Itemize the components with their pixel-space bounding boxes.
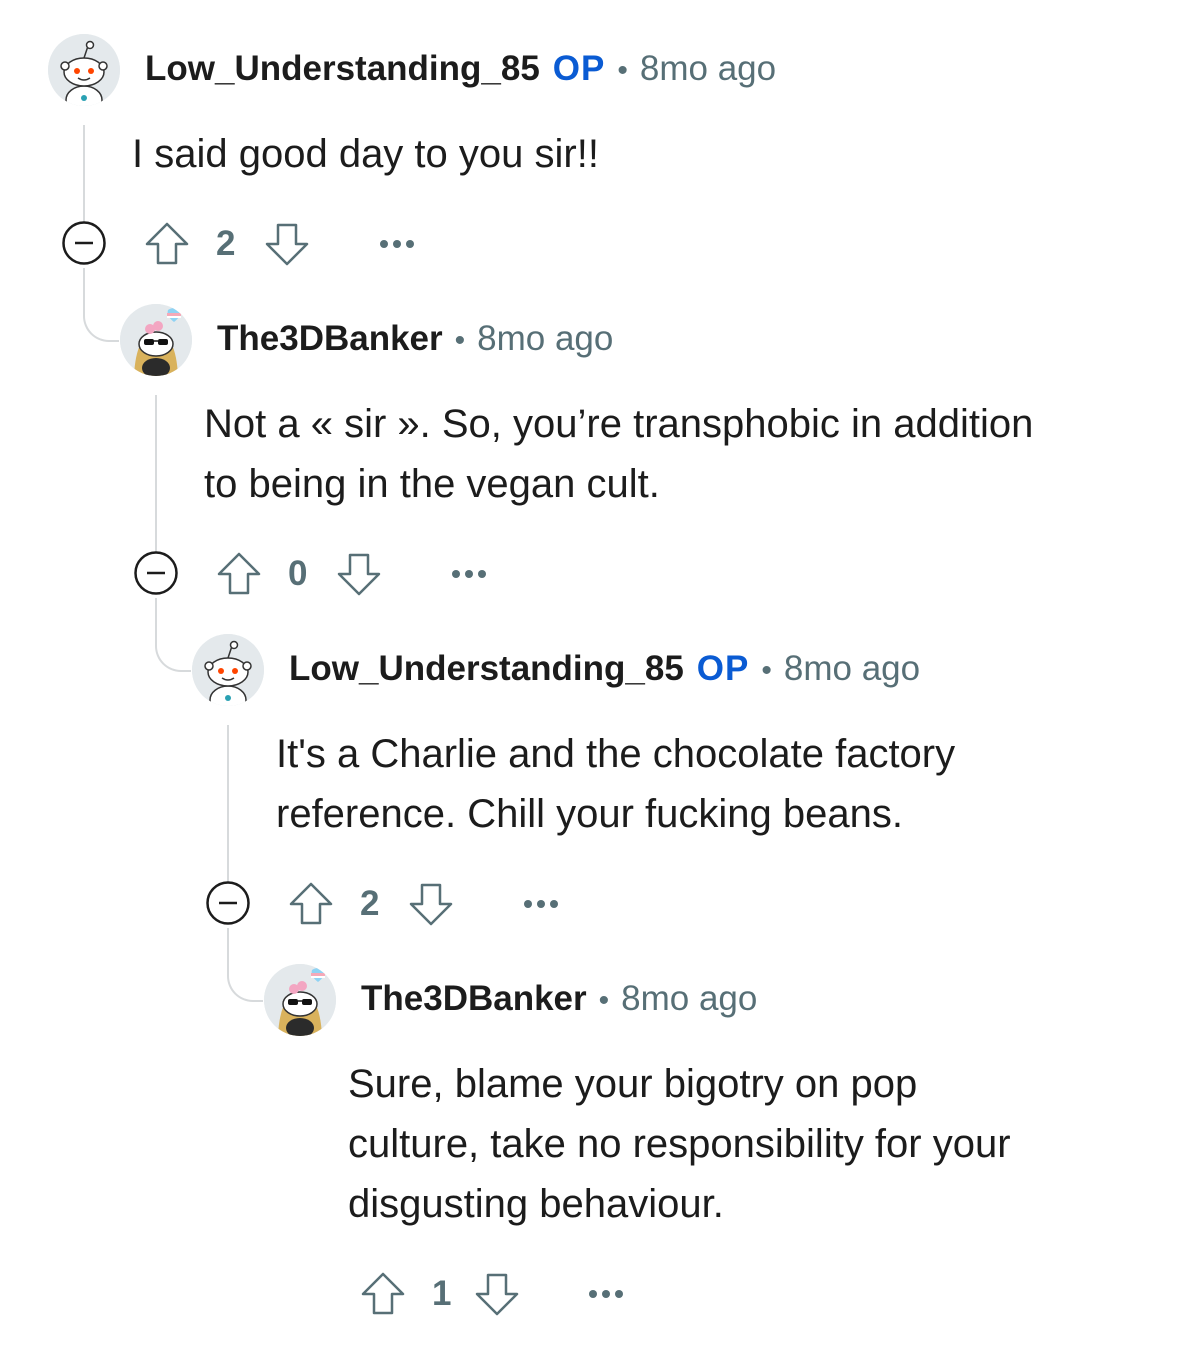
collapse-minus-icon[interactable] xyxy=(62,221,106,265)
more-options-icon[interactable] xyxy=(451,568,487,580)
downvote-arrow-icon[interactable] xyxy=(336,551,382,597)
comment-line: It's a Charlie and the chocolate factory xyxy=(276,732,956,776)
thread-line xyxy=(83,125,85,225)
comment-line: disgusting behaviour. xyxy=(348,1182,724,1226)
upvote-arrow-icon[interactable] xyxy=(360,1271,406,1317)
more-options-icon[interactable] xyxy=(379,238,415,250)
comment-body: Sure, blame your bigotry on pop culture,… xyxy=(348,1054,1011,1234)
vote-score: 1 xyxy=(432,1274,452,1313)
comment-line: Not a « sir ». So, you’re transphobic in… xyxy=(204,402,1034,446)
upvote-arrow-icon[interactable] xyxy=(144,221,190,267)
custom-snoo-avatar-icon[interactable] xyxy=(264,964,336,1036)
more-options-icon[interactable] xyxy=(588,1288,624,1300)
username[interactable]: Low_Understanding_85 xyxy=(145,49,540,89)
username[interactable]: The3DBanker xyxy=(361,979,587,1019)
separator-dot: • xyxy=(454,324,466,357)
collapse-minus-icon[interactable] xyxy=(134,551,178,595)
separator-dot: • xyxy=(761,654,772,687)
comment-line: I said good day to you sir!! xyxy=(132,132,599,176)
comment-header: Low_Understanding_85 OP • 8mo ago xyxy=(145,49,776,89)
comment-header: The3DBanker • 8mo ago xyxy=(361,979,757,1019)
username[interactable]: Low_Understanding_85 xyxy=(289,649,684,689)
timestamp: 8mo ago xyxy=(639,49,777,88)
vote-score: 2 xyxy=(216,224,236,263)
username[interactable]: The3DBanker xyxy=(217,319,443,359)
thread-connector xyxy=(227,928,263,1002)
comment-header: Low_Understanding_85 OP • 8mo ago xyxy=(289,649,920,689)
separator-dot: • xyxy=(598,984,610,1017)
thread-connector xyxy=(155,598,191,672)
thread-connector xyxy=(83,268,119,342)
snoo-avatar-icon[interactable] xyxy=(192,634,264,706)
downvote-arrow-icon[interactable] xyxy=(474,1271,520,1317)
comment-line: culture, take no responsibility for your xyxy=(348,1122,1011,1166)
op-badge: OP xyxy=(696,649,750,688)
comment-line: Sure, blame your bigotry on pop xyxy=(348,1062,918,1106)
comment-body: I said good day to you sir!! xyxy=(132,124,599,184)
snoo-avatar-icon[interactable] xyxy=(48,34,120,106)
downvote-arrow-icon[interactable] xyxy=(264,221,310,267)
custom-snoo-avatar-icon[interactable] xyxy=(120,304,192,376)
comment-header: The3DBanker • 8mo ago xyxy=(217,319,613,359)
comment-body: It's a Charlie and the chocolate factory… xyxy=(276,724,955,844)
vote-score: 2 xyxy=(360,884,380,923)
vote-score: 0 xyxy=(288,554,308,593)
thread-line xyxy=(227,725,229,885)
thread-line xyxy=(155,395,157,555)
comment-line: reference. Chill your fucking beans. xyxy=(276,792,903,836)
op-badge: OP xyxy=(552,49,606,88)
upvote-arrow-icon[interactable] xyxy=(288,881,334,927)
downvote-arrow-icon[interactable] xyxy=(408,881,454,927)
separator-dot: • xyxy=(617,54,628,87)
timestamp: 8mo ago xyxy=(621,979,758,1018)
timestamp: 8mo ago xyxy=(783,649,921,688)
comment-body: Not a « sir ». So, you’re transphobic in… xyxy=(204,394,1033,514)
collapse-minus-icon[interactable] xyxy=(206,881,250,925)
more-options-icon[interactable] xyxy=(523,898,559,910)
upvote-arrow-icon[interactable] xyxy=(216,551,262,597)
comment-line: to being in the vegan cult. xyxy=(204,462,660,506)
timestamp: 8mo ago xyxy=(477,319,614,358)
